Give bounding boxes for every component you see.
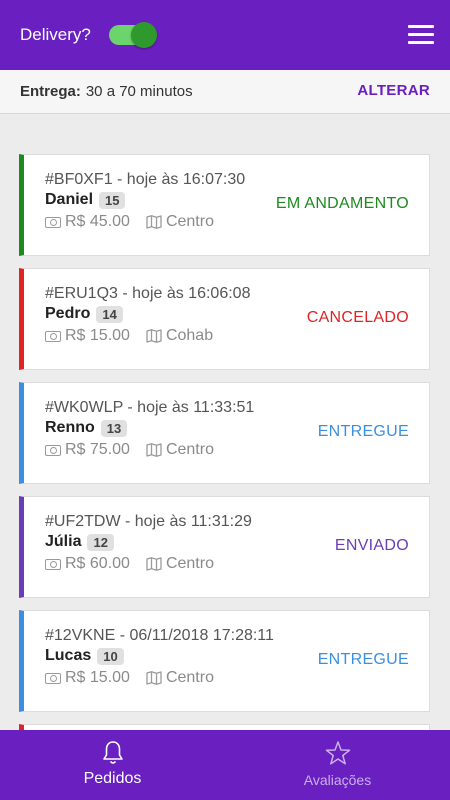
order-code: #UF2TDW - hoje às 11:31:29 [45, 513, 252, 530]
order-code: #WK0WLP - hoje às 11:33:51 [45, 399, 255, 416]
order-code: #BF0XF1 - hoje às 16:07:30 [45, 171, 246, 188]
money-icon [45, 216, 61, 228]
order-count-badge: 13 [100, 419, 128, 437]
order-card[interactable]: #WK0WLP - hoje às 11:33:51 Renno 13 R$ 75.0… [19, 382, 430, 484]
map-icon [146, 557, 162, 571]
toggle-thumb [130, 22, 157, 48]
customer-name: Pedro [45, 305, 91, 322]
customer-name: Renno [45, 419, 95, 436]
order-count-badge: 14 [96, 305, 123, 323]
order-card[interactable]: #ERU1Q3 - hoje às 16:06:08 Pedro 14 R$ 15.0… [19, 268, 430, 370]
tab-orders-label: Pedidos [83, 770, 142, 787]
money-icon [45, 444, 61, 456]
order-count-badge: 15 [99, 191, 126, 209]
order-card[interactable]: #12VKNE - 06/11/2018 17:28:11 Lucas 10 R$ 1… [19, 610, 430, 712]
order-price: R$ 45.00 [65, 213, 130, 230]
map-icon [146, 215, 162, 229]
customer-name: Daniel [45, 191, 94, 208]
delivery-time-value: 30 a 70 minutos [85, 83, 193, 100]
customer-name: Lucas [45, 647, 92, 664]
order-status: EM ANDAMENTO [275, 195, 409, 212]
order-neighborhood: Centro [165, 213, 214, 230]
money-icon [45, 558, 61, 570]
order-neighborhood: Centro [165, 441, 214, 458]
order-code: #12VKNE - 06/11/2018 17:28:11 [45, 627, 274, 644]
order-card[interactable]: #UF2TDW - hoje às 11:31:29 Júlia 12 R$ 60.0… [19, 496, 430, 598]
tab-orders[interactable]: Pedidos [0, 730, 225, 800]
star-icon [325, 741, 350, 765]
delivery-time-bar: Entrega: 30 a 70 minutos ALTERAR [0, 70, 450, 114]
order-neighborhood: Centro [165, 669, 214, 686]
map-icon [146, 329, 162, 343]
order-card[interactable]: #BF0XF1 - hoje às 16:07:30 Daniel 15 R$ 45.… [19, 154, 430, 256]
tab-reviews[interactable]: Avaliações [225, 730, 450, 800]
delivery-title: Delivery? [20, 25, 91, 44]
orders-list[interactable]: #BF0XF1 - hoje às 16:07:30 Daniel 15 R$ 45.… [0, 114, 450, 730]
order-code: #ERU1Q3 - hoje às 16:06:08 [45, 285, 251, 302]
order-price: R$ 15.00 [65, 327, 130, 344]
order-count-badge: 12 [87, 533, 114, 551]
order-count-badge: 10 [97, 647, 124, 665]
order-status: ENVIADO [334, 537, 409, 554]
app-header: Delivery? [0, 0, 450, 70]
customer-name: Júlia [45, 533, 82, 550]
order-price: R$ 60.00 [65, 555, 130, 572]
order-status: ENTREGUE [317, 651, 409, 668]
change-delivery-time-button[interactable]: ALTERAR [357, 82, 430, 99]
delivery-toggle[interactable] [108, 22, 157, 48]
order-price: R$ 15.00 [65, 669, 130, 686]
tab-reviews-label: Avaliações [303, 772, 372, 788]
bottom-navigation: Pedidos Avaliações [0, 730, 450, 800]
order-status: CANCELADO [306, 309, 409, 326]
map-icon [146, 671, 162, 685]
bell-icon [102, 741, 123, 764]
order-neighborhood: Cohab [165, 327, 214, 344]
order-price: R$ 75.00 [65, 441, 130, 458]
money-icon [45, 672, 61, 684]
order-neighborhood: Centro [165, 555, 214, 572]
map-icon [146, 443, 162, 457]
order-status: ENTREGUE [317, 423, 409, 440]
hamburger-menu-icon[interactable] [408, 25, 434, 45]
delivery-time-label: Entrega: [20, 83, 81, 100]
money-icon [45, 330, 61, 342]
